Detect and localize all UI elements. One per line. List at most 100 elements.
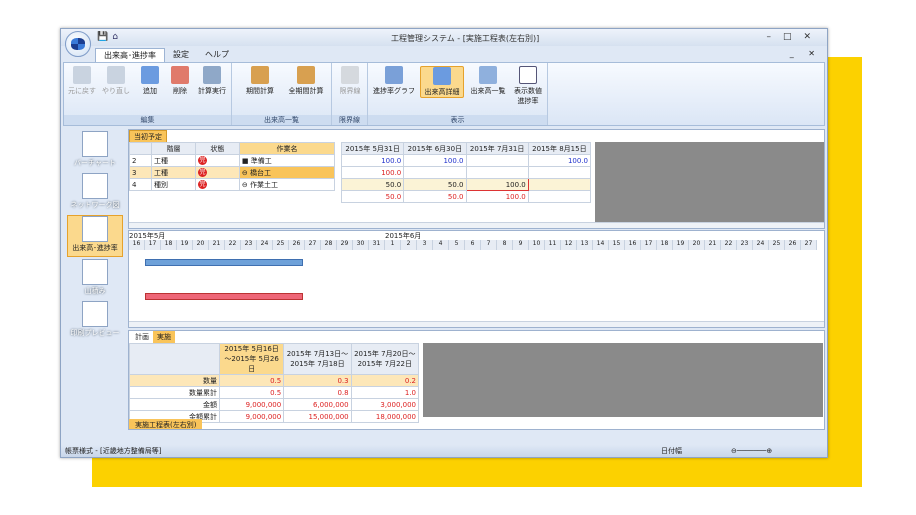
gantt-day-cell: 19 (177, 240, 193, 250)
plan-bar[interactable] (145, 259, 303, 266)
gantt-day-cell: 18 (161, 240, 177, 250)
quantity-table: 2015年 5月16日～2015年 5月26日 2015年 7月13日～2015年… (129, 343, 420, 423)
tab-plan[interactable]: 計画 (131, 331, 153, 343)
gantt-day-cell: 26 (289, 240, 305, 250)
table-row[interactable]: 金額 9,000,000 6,000,000 3,000,000 (129, 398, 420, 411)
add-icon (141, 66, 159, 84)
gantt-day-cell: 24 (257, 240, 273, 250)
home-icon[interactable]: ⌂ (112, 32, 118, 42)
status-bar: 帳票様式 - [近畿地方整備局等] 日付幅 ⊖───────⊕ (61, 445, 827, 457)
add-button[interactable]: 追加 (134, 66, 166, 96)
network-icon (82, 173, 108, 199)
gantt-day-cell: 31 (369, 240, 385, 250)
gantt-day-cell: 27 (801, 240, 817, 250)
yen-percent-icon (519, 66, 537, 84)
status-badge: 完 (197, 168, 207, 177)
nav-print-preview[interactable]: 印刷プレビュー (67, 301, 123, 341)
lower-pane: 計画 実施 2015年 5月16日～2015年 5月26日 2015年 7月13日… (128, 330, 825, 430)
nav-stack[interactable]: 山積み (67, 259, 123, 299)
ribbon: 元に戻す やり直し 追加 削除 計算実行 編集 期間計算 全期間計算 出来高一覧… (63, 62, 825, 126)
gantt-day-cell: 25 (769, 240, 785, 250)
period-calc-button[interactable]: 期間計算 (240, 66, 280, 96)
gantt-day-cell: 29 (337, 240, 353, 250)
gantt-day-cell: 23 (737, 240, 753, 250)
table-row[interactable]: 2 工種完 ■ 準備工 (129, 154, 336, 167)
gantt-day-cell: 13 (577, 240, 593, 250)
delete-button[interactable]: 削除 (164, 66, 196, 96)
left-nav: バーチャート ネットワーク図 出来高･進捗率 山積み 印刷プレビュー (63, 129, 125, 446)
gantt-day-cell: 17 (145, 240, 161, 250)
gantt-day-cell: 28 (321, 240, 337, 250)
sheet-tab[interactable]: 実施工程表(左右別) (129, 419, 203, 429)
gantt-day-cell: 24 (753, 240, 769, 250)
list-icon (479, 66, 497, 84)
all-period-calc-button[interactable]: 全期間計算 (284, 66, 328, 96)
status-badge: 完 (197, 180, 207, 189)
bar-chart-icon (82, 131, 108, 157)
quick-access-toolbar: 💾 ⌂ (97, 32, 122, 42)
group-display: 進捗率グラフ 出来高詳細 出来高一覧 表示数値 進捗率 表示 (368, 63, 548, 125)
nav-progress[interactable]: 出来高･進捗率 (67, 215, 123, 257)
table-row[interactable]: 3 工種完 ⊖ 橋台工 (129, 166, 336, 179)
gantt-pane: 2015年5月 2015年6月 16 17 18 19 20 21 22 23 24 25 26 27… (128, 230, 825, 328)
tab-actual[interactable]: 実施 (153, 331, 175, 343)
empty-area (595, 142, 824, 222)
nav-network[interactable]: ネットワーク図 (67, 173, 123, 213)
limit-line-icon (341, 66, 359, 84)
upper-scrollbar[interactable] (129, 222, 824, 228)
tab-help[interactable]: ヘルプ (197, 48, 237, 62)
table-row[interactable]: 数量累計 0.5 0.8 1.0 (129, 386, 420, 399)
tab-settings[interactable]: 設定 (165, 48, 197, 62)
mdi-controls[interactable]: _ ✕ (790, 49, 821, 58)
gantt-day-cell: 9 (513, 240, 529, 250)
app-window: 💾 ⌂ 工程管理システム - [実施工程表(左右別)] –□✕ 出来高･進捗率 設… (60, 28, 828, 458)
display-group-label: 表示 (368, 115, 547, 125)
progress-icon (82, 216, 108, 242)
status-left: 帳票様式 - [近畿地方整備局等] (65, 447, 162, 455)
table-row[interactable]: 4 種別完 ⊖ 作業土工 (129, 178, 336, 191)
gantt-day-cell: 5 (449, 240, 465, 250)
gantt-day-cell: 27 (305, 240, 321, 250)
dekidaka-group-label: 出来高一覧 (232, 115, 331, 125)
show-values-button[interactable]: 表示数値 進捗率 (510, 66, 546, 106)
nav-bar-chart[interactable]: バーチャート (67, 131, 123, 171)
gantt-day-cell: 20 (689, 240, 705, 250)
col-level: 階層 (151, 142, 196, 155)
progress-graph-button[interactable]: 進捗率グラフ (372, 66, 416, 96)
window-title: 工程管理システム - [実施工程表(左右別)] (391, 34, 540, 43)
title-bar: 💾 ⌂ 工程管理システム - [実施工程表(左右別)] –□✕ (61, 29, 827, 46)
save-icon[interactable]: 💾 (97, 32, 108, 42)
gantt-day-cell: 18 (657, 240, 673, 250)
undo-button[interactable]: 元に戻す (66, 66, 98, 96)
gantt-day-cell: 20 (193, 240, 209, 250)
gantt-day-cell: 16 (625, 240, 641, 250)
gantt-day-cell: 22 (721, 240, 737, 250)
gantt-scrollbar[interactable] (129, 321, 824, 327)
app-logo-icon[interactable] (65, 31, 91, 57)
tab-dekidaka[interactable]: 出来高･進捗率 (95, 48, 165, 62)
gantt-day-cell: 26 (785, 240, 801, 250)
delete-icon (171, 66, 189, 84)
zoom-slider[interactable]: ⊖───────⊕ (731, 445, 811, 457)
task-table: 階層 状態 作業名 2 工種完 ■ 準備工 3 工種完 ⊖ 橋台工 4 種別完 ⊖ 作業土工 (129, 142, 336, 191)
gantt-day-cell: 22 (225, 240, 241, 250)
stack-icon (82, 259, 108, 285)
gantt-day-cell: 17 (641, 240, 657, 250)
all-period-calc-icon (297, 66, 315, 84)
table-row[interactable]: 数量 0.5 0.3 0.2 (129, 374, 420, 387)
gantt-day-cell: 7 (481, 240, 497, 250)
print-preview-icon (82, 301, 108, 327)
dekidaka-list-button[interactable]: 出来高一覧 (468, 66, 508, 96)
calculator-icon (203, 66, 221, 84)
actual-bar[interactable] (145, 293, 303, 300)
gantt-day-cell: 12 (561, 240, 577, 250)
limit-group-label: 限界線 (332, 115, 367, 125)
col-status: 状態 (194, 142, 240, 155)
redo-button[interactable]: やり直し (100, 66, 132, 96)
gantt-day-cell: 21 (209, 240, 225, 250)
limit-line-button[interactable]: 限界線 (334, 66, 366, 96)
calc-button[interactable]: 計算実行 (196, 66, 228, 96)
window-controls[interactable]: –□✕ (766, 32, 823, 42)
gantt-day-cell: 19 (673, 240, 689, 250)
dekidaka-detail-button[interactable]: 出来高詳細 (420, 66, 464, 98)
